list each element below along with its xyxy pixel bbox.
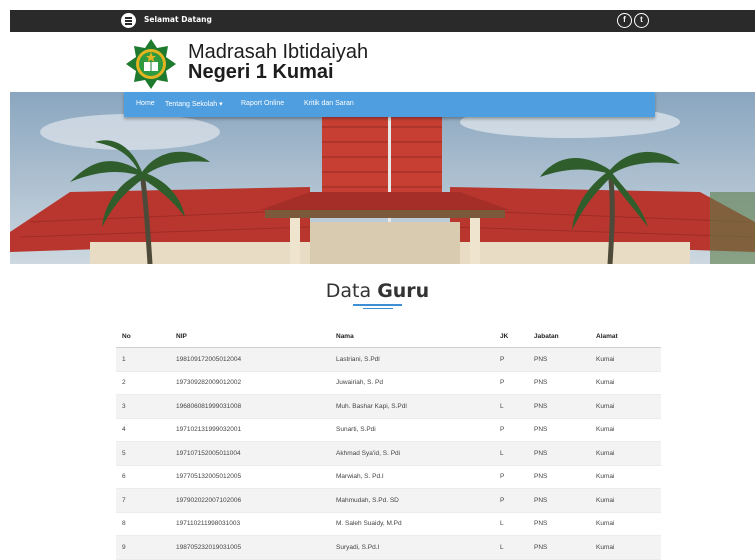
cell-jabatan: PNS (528, 418, 590, 442)
cell-nip: 197107152005011004 (170, 441, 330, 466)
cell-no: 2 (116, 371, 170, 395)
cell-alamat: Kumai (590, 394, 661, 419)
cell-jk: L (494, 441, 528, 466)
cell-jabatan: PNS (528, 465, 590, 489)
column-header-jk[interactable]: JK (494, 326, 528, 348)
cell-alamat: Kumai (590, 441, 661, 466)
table-header-row: No NIP Nama JK Jabatan Alamat (116, 326, 661, 348)
cell-nip: 197705132005012005 (170, 465, 330, 489)
cell-jabatan: PNS (528, 512, 590, 536)
nav-item-raport-online[interactable]: Raport Online (241, 100, 284, 107)
cell-jabatan: PNS (528, 371, 590, 395)
cell-jk: P (494, 465, 528, 489)
table-row: 5 197107152005011004 Akhmad Sya'id, S. P… (116, 441, 661, 466)
title-underline (353, 304, 402, 306)
column-header-no[interactable]: No (116, 326, 170, 348)
table-row: 2 197309282009012002 Juwairiah, S. Pd P … (116, 371, 661, 395)
table-row: 7 197902022007102006 Mahmudah, S.Pd. SD … (116, 488, 661, 513)
table-row: 8 197110211998031003 M. Saleh Suaidy, M.… (116, 512, 661, 536)
cell-nama: Muh. Bashar Kapi, S.Pdl (330, 394, 494, 419)
column-header-nip[interactable]: NIP (170, 326, 330, 348)
cell-no: 1 (116, 347, 170, 372)
column-header-nama[interactable]: Nama (330, 326, 494, 348)
cell-alamat: Kumai (590, 371, 661, 395)
school-building-image (10, 92, 755, 264)
cell-no: 9 (116, 535, 170, 560)
greeting-text: Selamat Datang (144, 15, 212, 24)
cell-jabatan: PNS (528, 488, 590, 513)
teacher-table: No NIP Nama JK Jabatan Alamat 1 19810917… (116, 326, 661, 560)
cell-jk: L (494, 394, 528, 419)
cell-nip: 197902022007102006 (170, 488, 330, 513)
nav-item-tentang-sekolah[interactable]: Tentang Sekolah ▾ (165, 100, 223, 108)
cell-jk: L (494, 512, 528, 536)
menu-icon[interactable] (121, 13, 136, 28)
nav-item-kritik-saran[interactable]: Kritik dan Saran (304, 100, 354, 107)
cell-nip: 198705232019031005 (170, 535, 330, 560)
table-row: 6 197705132005012005 Marwiah, S. Pd.I P … (116, 465, 661, 489)
page-title-bold: Guru (377, 280, 430, 302)
cell-jabatan: PNS (528, 347, 590, 372)
facebook-icon[interactable]: f (617, 13, 632, 28)
cell-no: 4 (116, 418, 170, 442)
cell-alamat: Kumai (590, 347, 661, 372)
cell-jabatan: PNS (528, 441, 590, 466)
cell-nip: 197309282009012002 (170, 371, 330, 395)
top-bar: Selamat Datang f t (10, 10, 755, 32)
cell-alamat: Kumai (590, 418, 661, 442)
cell-alamat: Kumai (590, 535, 661, 560)
cell-jk: P (494, 418, 528, 442)
cell-jk: P (494, 488, 528, 513)
cell-jk: L (494, 535, 528, 560)
cell-nama: Marwiah, S. Pd.I (330, 465, 494, 489)
cell-no: 8 (116, 512, 170, 536)
page-title-light: Data (325, 280, 378, 302)
cell-nama: M. Saleh Suaidy, M.Pd (330, 512, 494, 536)
cell-nip: 197102131999032001 (170, 418, 330, 442)
site-header: Madrasah Ibtidaiyah Negeri 1 Kumai (10, 32, 755, 92)
column-header-alamat[interactable]: Alamat (590, 326, 661, 348)
twitter-icon[interactable]: t (634, 13, 649, 28)
cell-jk: P (494, 347, 528, 372)
cell-alamat: Kumai (590, 512, 661, 536)
table-row: 4 197102131999032001 Sunarti, S.Pdi P PN… (116, 418, 661, 442)
cell-nama: Mahmudah, S.Pd. SD (330, 488, 494, 513)
school-name-line2: Negeri 1 Kumai (188, 61, 334, 83)
cell-nip: 197110211998031003 (170, 512, 330, 536)
cell-no: 6 (116, 465, 170, 489)
cell-nip: 196806081999031008 (170, 394, 330, 419)
school-name: Madrasah Ibtidaiyah Negeri 1 Kumai (188, 42, 368, 82)
table-row: 3 196806081999031008 Muh. Bashar Kapi, S… (116, 394, 661, 419)
chevron-down-icon: ▾ (219, 101, 223, 108)
column-header-jabatan[interactable]: Jabatan (528, 326, 590, 348)
main-nav: Home Tentang Sekolah ▾ Raport Online Kri… (124, 92, 655, 117)
school-name-line1: Madrasah Ibtidaiyah (188, 41, 369, 63)
cell-nama: Suryadi, S.Pd.I (330, 535, 494, 560)
cell-no: 7 (116, 488, 170, 513)
cell-nama: Lastriani, S.Pdl (330, 347, 494, 372)
cell-jabatan: PNS (528, 535, 590, 560)
hero-banner (10, 92, 755, 264)
page-title: Data Guru (0, 280, 755, 302)
cell-nama: Juwairiah, S. Pd (330, 371, 494, 395)
cell-no: 5 (116, 441, 170, 466)
school-logo[interactable] (125, 38, 177, 90)
cell-jk: P (494, 371, 528, 395)
cell-alamat: Kumai (590, 465, 661, 489)
cell-no: 3 (116, 394, 170, 419)
cell-jabatan: PNS (528, 394, 590, 419)
cell-nama: Akhmad Sya'id, S. Pdi (330, 441, 494, 466)
nav-item-label: Tentang Sekolah (165, 101, 218, 108)
table-row: 9 198705232019031005 Suryadi, S.Pd.I L P… (116, 535, 661, 560)
table-row: 1 198109172005012004 Lastriani, S.Pdl P … (116, 347, 661, 372)
cell-alamat: Kumai (590, 488, 661, 513)
title-underline-thin (363, 308, 393, 309)
cell-nip: 198109172005012004 (170, 347, 330, 372)
nav-item-home[interactable]: Home (136, 100, 155, 107)
cell-nama: Sunarti, S.Pdi (330, 418, 494, 442)
